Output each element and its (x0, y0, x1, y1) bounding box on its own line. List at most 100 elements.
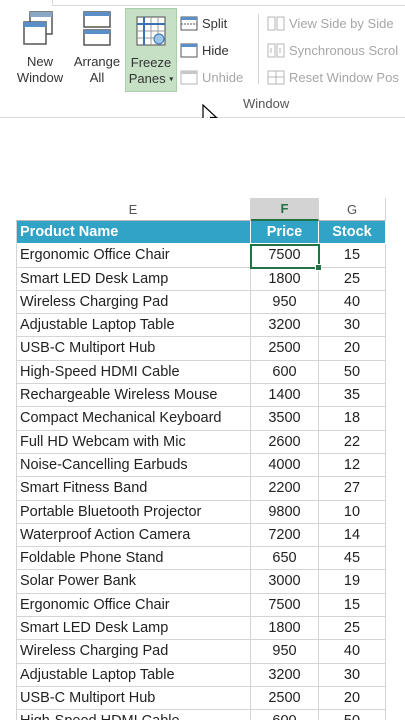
cell-price[interactable]: 2600 (251, 430, 319, 454)
cell-price[interactable]: 600 (251, 360, 319, 385)
cell-price[interactable]: 7500 (251, 244, 319, 268)
hide-button[interactable]: Hide (180, 40, 229, 60)
cell-product-name[interactable]: Waterproof Action Camera (16, 523, 251, 548)
cell-product-name[interactable]: Compact Mechanical Keyboard (16, 407, 251, 431)
cell-price[interactable]: 1400 (251, 384, 319, 408)
table-row: USB-C Multiport Hub 2500 20 (16, 686, 386, 711)
arrange-all-button[interactable]: Arrange All (70, 8, 124, 92)
cell-stock[interactable]: 30 (319, 663, 386, 687)
cell-product-name[interactable]: Smart LED Desk Lamp (16, 267, 251, 291)
unhide-label: Unhide (202, 69, 244, 85)
cell-stock[interactable]: 27 (319, 477, 386, 501)
cell-stock[interactable]: 25 (319, 617, 386, 641)
header-product-name[interactable]: Product Name (16, 221, 251, 245)
cell-price[interactable]: 1800 (251, 617, 319, 641)
cell-price[interactable]: 7500 (251, 593, 319, 618)
table-row: Smart Fitness Band 2200 27 (16, 477, 386, 501)
cell-stock[interactable]: 18 (319, 407, 386, 431)
ribbon-top-border (52, 0, 405, 6)
table-row: Ergonomic Office Chair 7500 15 (16, 593, 386, 618)
worksheet[interactable]: E F G Product Name Price Stock Ergonomic… (0, 160, 405, 720)
cell-stock[interactable]: 50 (319, 360, 386, 385)
cell-product-name[interactable]: USB-C Multiport Hub (16, 686, 251, 711)
new-window-label-1: New (26, 54, 53, 69)
cell-price[interactable]: 9800 (251, 500, 319, 524)
cell-price[interactable]: 3200 (251, 663, 319, 687)
cell-price[interactable]: 3500 (251, 407, 319, 431)
cell-stock[interactable]: 50 (319, 710, 386, 720)
table-row: Full HD Webcam with Mic 2600 22 (16, 430, 386, 454)
cell-stock[interactable]: 12 (319, 453, 386, 478)
cell-price[interactable]: 2200 (251, 477, 319, 501)
cell-price[interactable]: 2500 (251, 337, 319, 361)
cell-stock[interactable]: 15 (319, 244, 386, 268)
cell-stock[interactable]: 22 (319, 430, 386, 454)
cell-product-name[interactable]: Full HD Webcam with Mic (16, 430, 251, 454)
cell-stock[interactable]: 35 (319, 384, 386, 408)
data-grid: Product Name Price Stock Ergonomic Offic… (16, 221, 386, 720)
cell-stock[interactable]: 40 (319, 640, 386, 664)
reset-window-position-button[interactable]: Reset Window Pos (267, 67, 399, 87)
table-row: USB-C Multiport Hub 2500 20 (16, 337, 386, 361)
cell-price[interactable]: 4000 (251, 453, 319, 478)
cell-stock[interactable]: 19 (319, 570, 386, 594)
cell-stock[interactable]: 30 (319, 314, 386, 338)
split-label: Split (202, 15, 228, 31)
cell-product-name[interactable]: Adjustable Laptop Table (16, 663, 251, 687)
cell-stock[interactable]: 20 (319, 686, 386, 711)
cell-price[interactable]: 2500 (251, 686, 319, 711)
cell-stock[interactable]: 40 (319, 290, 386, 315)
arrange-all-label-2: All (89, 70, 105, 85)
cell-price[interactable]: 7200 (251, 523, 319, 548)
cell-stock[interactable]: 10 (319, 500, 386, 524)
table-row: Solar Power Bank 3000 19 (16, 570, 386, 594)
cell-price[interactable]: 650 (251, 547, 319, 571)
table-row: Foldable Phone Stand 650 45 (16, 547, 386, 571)
freeze-panes-button[interactable]: Freeze Panes ▾ (125, 8, 177, 92)
header-stock[interactable]: Stock (319, 221, 386, 245)
cell-price[interactable]: 600 (251, 710, 319, 720)
freeze-panes-label-2: Panes ▾ (128, 71, 174, 86)
cell-stock[interactable]: 20 (319, 337, 386, 361)
column-header-f[interactable]: F (251, 198, 319, 221)
unhide-button[interactable]: Unhide (180, 67, 243, 87)
cell-product-name[interactable]: Solar Power Bank (16, 570, 251, 594)
cell-product-name[interactable]: Rechargeable Wireless Mouse (16, 384, 251, 408)
cell-price[interactable]: 3200 (251, 314, 319, 338)
reset-window-position-label: Reset Window Pos (289, 69, 399, 85)
view-side-by-side-button[interactable]: View Side by Side (267, 13, 394, 33)
header-price[interactable]: Price (251, 221, 319, 245)
cell-product-name[interactable]: Ergonomic Office Chair (16, 244, 251, 268)
cell-price[interactable]: 950 (251, 640, 319, 664)
column-header-g[interactable]: G (319, 198, 386, 221)
cell-stock[interactable]: 14 (319, 523, 386, 548)
cell-product-name[interactable]: Smart Fitness Band (16, 477, 251, 501)
arrange-all-label-1: Arrange (73, 54, 121, 69)
cell-product-name[interactable]: Foldable Phone Stand (16, 547, 251, 571)
table-header-row: Product Name Price Stock (16, 221, 386, 245)
cell-product-name[interactable]: Ergonomic Office Chair (16, 593, 251, 618)
cell-price[interactable]: 950 (251, 290, 319, 315)
cell-stock[interactable]: 25 (319, 267, 386, 291)
cell-product-name[interactable]: Wireless Charging Pad (16, 290, 251, 315)
cell-product-name[interactable]: USB-C Multiport Hub (16, 337, 251, 361)
cell-product-name[interactable]: Noise-Cancelling Earbuds (16, 453, 251, 478)
cell-product-name[interactable]: Wireless Charging Pad (16, 640, 251, 664)
split-button[interactable]: Split (180, 13, 227, 33)
ribbon-view-tab: New Window Arrange All Freeze Panes ▾ Sp… (0, 0, 405, 127)
column-header-e[interactable]: E (16, 198, 251, 221)
cell-product-name[interactable]: Smart LED Desk Lamp (16, 617, 251, 641)
cell-price[interactable]: 3000 (251, 570, 319, 594)
table-row: Smart LED Desk Lamp 1800 25 (16, 617, 386, 641)
cell-product-name[interactable]: High-Speed HDMI Cable (16, 710, 251, 720)
window-group-label: Window (243, 96, 290, 111)
freeze-panes-label-1: Freeze (130, 55, 172, 70)
cell-product-name[interactable]: Portable Bluetooth Projector (16, 500, 251, 524)
cell-stock[interactable]: 45 (319, 547, 386, 571)
cell-price[interactable]: 1800 (251, 267, 319, 291)
cell-product-name[interactable]: High-Speed HDMI Cable (16, 360, 251, 385)
cell-product-name[interactable]: Adjustable Laptop Table (16, 314, 251, 338)
cell-stock[interactable]: 15 (319, 593, 386, 618)
new-window-button[interactable]: New Window (10, 8, 70, 92)
synchronous-scrolling-button[interactable]: Synchronous Scrol (267, 40, 398, 60)
